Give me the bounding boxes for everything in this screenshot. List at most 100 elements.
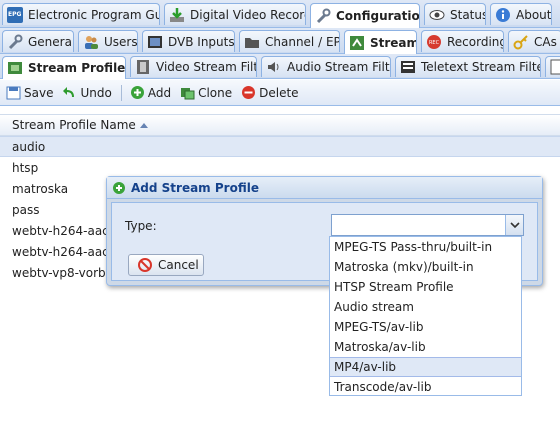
option-label: Matroska (mkv)/built-in bbox=[334, 260, 474, 274]
type-label: Type: bbox=[125, 219, 157, 233]
row-name: pass bbox=[12, 202, 40, 217]
dvb-icon bbox=[147, 34, 163, 50]
tab-about[interactable]: About bbox=[490, 3, 552, 25]
film-icon bbox=[7, 60, 23, 76]
dialog-title: Add Stream Profile bbox=[131, 180, 259, 195]
teletext-icon bbox=[400, 59, 416, 75]
cancel-button[interactable]: Cancel bbox=[128, 254, 204, 276]
clone-icon bbox=[180, 85, 195, 100]
save-button[interactable]: Save bbox=[4, 83, 55, 103]
save-label: Save bbox=[24, 85, 54, 100]
cancel-icon bbox=[138, 258, 152, 272]
tab-status[interactable]: Status bbox=[424, 3, 486, 25]
tab-label: Video Stream Filters bbox=[156, 60, 256, 74]
tab-label: About bbox=[516, 7, 552, 22]
tab-general[interactable]: General bbox=[2, 30, 74, 52]
dropdown-option[interactable]: Audio stream bbox=[330, 297, 521, 317]
tab-digital-video-recorder[interactable]: Digital Video Recorder bbox=[164, 3, 306, 25]
key-icon bbox=[513, 34, 529, 50]
dvr-download-icon bbox=[169, 7, 185, 23]
info-icon bbox=[495, 7, 511, 23]
table-row[interactable]: audio bbox=[0, 136, 560, 157]
dropdown-option-highlighted[interactable]: MP4/av-lib bbox=[330, 357, 521, 377]
wrench-icon bbox=[7, 34, 23, 50]
option-label: MPEG-TS/av-lib bbox=[334, 320, 424, 334]
option-label: Audio stream bbox=[334, 300, 414, 314]
main-tab-bar: EPG Electronic Program Guide Digital Vid… bbox=[0, 0, 560, 28]
epg-icon: EPG bbox=[7, 6, 23, 23]
users-icon bbox=[83, 34, 99, 50]
tab-label: DVB Inputs bbox=[168, 34, 235, 49]
tab-teletext-stream-filters[interactable]: Teletext Stream Filters bbox=[395, 56, 541, 77]
tab-channel-epg[interactable]: Channel / EPG bbox=[239, 30, 340, 52]
tab-more[interactable] bbox=[545, 56, 560, 77]
option-label: MP4/av-lib bbox=[334, 360, 397, 374]
undo-label: Undo bbox=[80, 85, 112, 100]
row-name: audio bbox=[12, 139, 46, 154]
tab-configuration[interactable]: Configuration bbox=[310, 3, 420, 28]
dropdown-option[interactable]: MPEG-TS Pass-thru/built-in bbox=[330, 237, 521, 257]
column-header-label: Stream Profile Name bbox=[12, 118, 136, 132]
save-icon bbox=[6, 85, 21, 100]
dropdown-option[interactable]: Matroska/av-lib bbox=[330, 337, 521, 357]
delete-button[interactable]: Delete bbox=[239, 83, 300, 103]
toolbar-separator bbox=[120, 84, 122, 101]
rec-icon: REC bbox=[426, 34, 442, 50]
speaker-icon bbox=[266, 59, 282, 75]
dropdown-option[interactable]: Transcode/av-lib bbox=[330, 377, 521, 397]
eye-icon bbox=[429, 7, 445, 23]
stream-tab-bar: Stream Profiles Video Stream Filters Aud… bbox=[0, 54, 560, 79]
tab-audio-stream-filters[interactable]: Audio Stream Filters bbox=[261, 56, 391, 77]
option-label: Matroska/av-lib bbox=[334, 340, 426, 354]
clone-button[interactable]: Clone bbox=[178, 83, 234, 103]
combobox-trigger[interactable] bbox=[505, 215, 523, 235]
tab-label: Users bbox=[104, 34, 138, 49]
tab-stream-profiles[interactable]: Stream Profiles bbox=[2, 56, 126, 79]
add-button[interactable]: Add bbox=[128, 83, 173, 103]
tab-stream[interactable]: Stream bbox=[344, 30, 417, 54]
tab-label: Status bbox=[450, 7, 486, 22]
tab-label: Electronic Program Guide bbox=[28, 7, 159, 22]
sort-ascending-icon bbox=[139, 122, 148, 128]
tab-electronic-program-guide[interactable]: EPG Electronic Program Guide bbox=[2, 3, 160, 25]
dialog-header[interactable]: Add Stream Profile bbox=[107, 177, 542, 199]
chevron-down-icon bbox=[509, 218, 520, 232]
row-name: matroska bbox=[12, 181, 69, 196]
tab-label: General bbox=[28, 34, 74, 49]
undo-button[interactable]: Undo bbox=[60, 83, 113, 103]
film-icon bbox=[135, 59, 151, 75]
option-label: HTSP Stream Profile bbox=[334, 280, 454, 294]
dropdown-option[interactable]: Matroska (mkv)/built-in bbox=[330, 257, 521, 277]
toolbar: Save Undo Add Clone Delete bbox=[0, 80, 560, 106]
dropdown-option[interactable]: MPEG-TS/av-lib bbox=[330, 317, 521, 337]
option-label: Transcode/av-lib bbox=[334, 380, 432, 394]
tab-cas[interactable]: CAs bbox=[508, 30, 560, 52]
stream-icon bbox=[349, 35, 365, 51]
tab-label: Stream Profiles bbox=[28, 61, 126, 75]
column-header-stream-profile-name[interactable]: Stream Profile Name bbox=[0, 114, 560, 136]
tab-label: Audio Stream Filters bbox=[287, 60, 390, 74]
tab-dvb-inputs[interactable]: DVB Inputs bbox=[142, 30, 235, 52]
tab-recording[interactable]: REC Recording bbox=[421, 30, 504, 52]
undo-icon bbox=[62, 85, 77, 100]
tab-label: Digital Video Recorder bbox=[190, 7, 305, 22]
tab-label: Channel / EPG bbox=[265, 34, 339, 49]
folder-icon bbox=[244, 34, 260, 50]
add-icon bbox=[130, 85, 145, 100]
tab-label: CAs bbox=[534, 34, 557, 49]
add-label: Add bbox=[147, 85, 172, 100]
tab-users[interactable]: Users bbox=[78, 30, 138, 52]
tab-label: Configuration bbox=[336, 9, 420, 23]
dropdown-option[interactable]: HTSP Stream Profile bbox=[330, 277, 521, 297]
tab-video-stream-filters[interactable]: Video Stream Filters bbox=[130, 56, 257, 77]
table-row[interactable]: htsp bbox=[0, 157, 560, 178]
tab-label: Recording bbox=[447, 34, 504, 49]
cancel-label: Cancel bbox=[158, 258, 199, 272]
type-combobox[interactable] bbox=[331, 214, 524, 236]
add-icon bbox=[112, 181, 126, 195]
clone-label: Clone bbox=[198, 85, 233, 100]
row-name: htsp bbox=[12, 160, 39, 175]
tab-label: Stream bbox=[370, 35, 417, 50]
tab-label: Teletext Stream Filters bbox=[421, 60, 540, 74]
delete-label: Delete bbox=[259, 85, 299, 100]
